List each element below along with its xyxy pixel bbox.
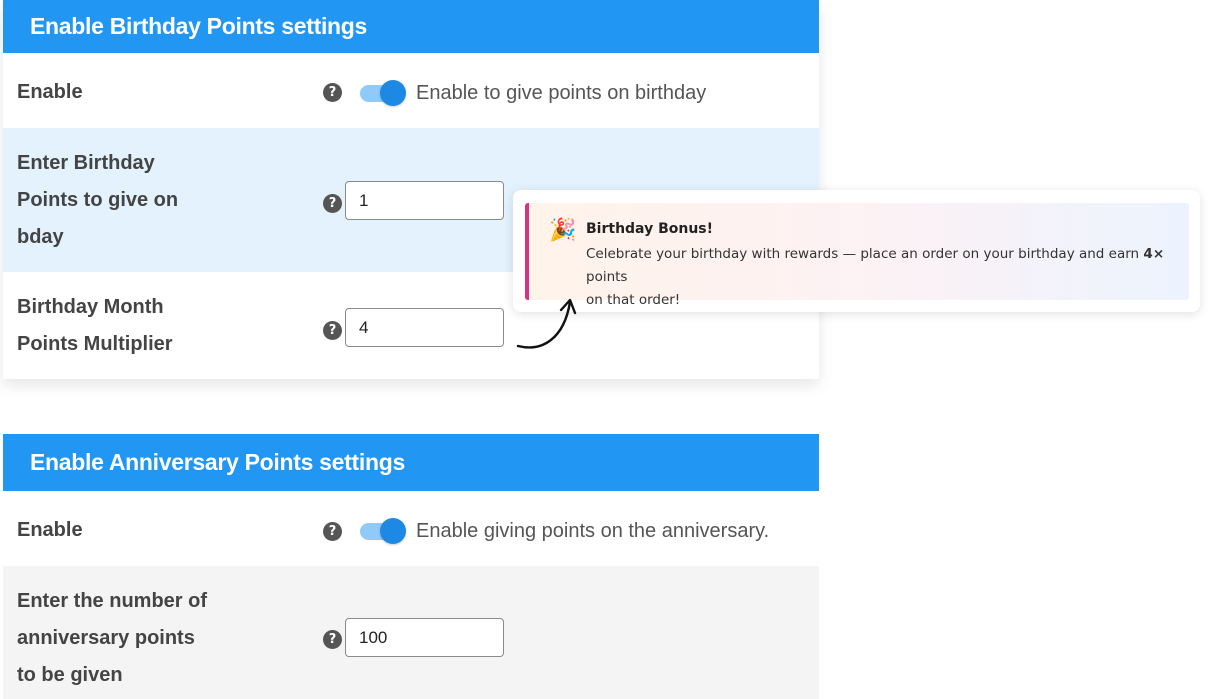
birthday-points-label: Enter Birthday Points to give on bday [17, 145, 178, 256]
toggle-knob [380, 80, 406, 106]
notice-body: Celebrate your birthday with rewards — p… [586, 243, 1186, 312]
notice-content: 🎉 Birthday Bonus! Celebrate your birthda… [525, 203, 1189, 308]
anniversary-enable-description: Enable giving points on the anniversary. [416, 520, 770, 542]
birthday-multiplier-label: Birthday Month Points Multiplier [17, 289, 173, 363]
birthday-enable-description: Enable to give points on birthday [416, 82, 707, 104]
birthday-multiplier-input[interactable] [345, 308, 504, 347]
anniversary-points-label: Enter the number of anniversary points t… [17, 583, 207, 694]
anniversary-settings-panel: Enable Anniversary Points settings Enabl… [3, 434, 819, 699]
anniversary-points-row: Enter the number of anniversary points t… [3, 566, 819, 699]
notice-body-text: Celebrate your birthday with rewards — p… [586, 246, 1144, 262]
party-popper-icon: 🎉 [549, 217, 577, 242]
anniversary-enable-label: Enable [17, 519, 83, 541]
help-icon[interactable]: ? [323, 321, 342, 340]
toggle-knob [380, 518, 406, 544]
birthday-enable-toggle[interactable] [358, 80, 406, 106]
curved-arrow-icon [516, 298, 577, 349]
birthday-enable-label: Enable [17, 81, 83, 103]
birthday-enable-row: Enable ? Enable to give points on birthd… [3, 53, 819, 128]
label-line: Points Multiplier [17, 333, 173, 355]
notice-body-text: on that order! [586, 292, 681, 308]
label-line: Enter the number of [17, 590, 208, 612]
birthday-points-input[interactable] [345, 181, 504, 220]
anniversary-points-input[interactable] [345, 618, 504, 657]
anniversary-panel-header: Enable Anniversary Points settings [3, 434, 819, 491]
label-line: Birthday Month [17, 296, 164, 318]
anniversary-enable-row: Enable ? Enable giving points on the ann… [3, 491, 819, 566]
help-icon[interactable]: ? [323, 194, 342, 213]
settings-page: Enable Birthday Points settings Enable ?… [0, 0, 1230, 699]
label-line: Enter Birthday [17, 152, 155, 174]
help-icon[interactable]: ? [323, 83, 342, 102]
help-icon[interactable]: ? [323, 522, 342, 541]
label-line: to be given [17, 664, 123, 686]
label-line: Points to give on [17, 189, 179, 211]
notice-multiplier-text: 4× [1143, 246, 1165, 262]
birthday-bonus-notice: 🎉 Birthday Bonus! Celebrate your birthda… [513, 190, 1200, 312]
label-line: bday [17, 226, 64, 248]
help-icon[interactable]: ? [323, 630, 342, 649]
label-line: anniversary points [17, 627, 195, 649]
anniversary-enable-toggle[interactable] [358, 518, 406, 544]
notice-title: Birthday Bonus! [586, 221, 714, 237]
notice-body-text: points [586, 269, 628, 285]
birthday-panel-header: Enable Birthday Points settings [3, 0, 819, 53]
